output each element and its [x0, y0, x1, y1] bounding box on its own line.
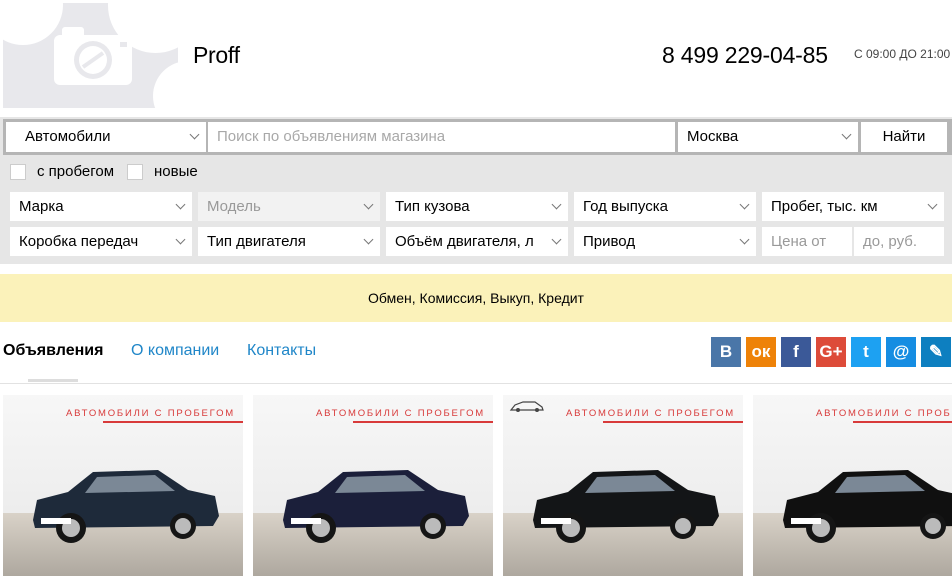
checkbox-used-label: с пробегом	[37, 163, 115, 180]
checkbox-box[interactable]	[10, 163, 26, 180]
mileage-select[interactable]: Пробег, тыс. км	[762, 192, 944, 221]
vk-icon[interactable]: В	[711, 337, 741, 367]
shop-logo[interactable]	[3, 3, 178, 108]
livejournal-icon[interactable]: ✎	[921, 337, 951, 367]
tabs-divider	[0, 383, 952, 384]
photo-watermark: АВТОМОБИЛИ С ПРОБЕГОМ	[816, 408, 952, 419]
chevron-down-icon	[551, 199, 562, 210]
make-select-label: Марка	[19, 198, 64, 215]
listing-card[interactable]: АВТОМОБИЛИ С ПРОБЕГОМ	[503, 395, 743, 576]
search-input[interactable]: Поиск по объявлениям магазина	[208, 122, 675, 152]
listing-card[interactable]: АВТОМОБИЛИ С ПРОБЕГОМ	[253, 395, 493, 576]
search-bar: Автомобили Поиск по объявлениям магазина…	[3, 119, 952, 155]
chevron-down-icon	[841, 129, 852, 140]
tab-contacts[interactable]: Контакты	[247, 342, 316, 360]
gearbox-select[interactable]: Коробка передач	[10, 227, 192, 256]
car-photo	[283, 470, 469, 543]
watermark-line	[603, 421, 743, 423]
tab-about[interactable]: О компании	[131, 342, 219, 360]
photo-watermark: АВТОМОБИЛИ С ПРОБЕГОМ	[66, 408, 235, 419]
city-select-label: Москва	[687, 128, 739, 145]
watermark-line	[853, 421, 952, 423]
car-outline-icon	[509, 401, 544, 412]
chevron-down-icon	[551, 234, 562, 245]
drive-select[interactable]: Привод	[574, 227, 756, 256]
checkbox-new[interactable]: новые	[127, 163, 198, 180]
chevron-down-icon	[739, 234, 750, 245]
make-select[interactable]: Марка	[10, 192, 192, 221]
chevron-down-icon	[175, 234, 186, 245]
phone-number[interactable]: 8 499 229-04-85	[662, 42, 828, 69]
photo-watermark: АВТОМОБИЛИ С ПРОБЕГОМ	[316, 408, 485, 419]
active-tab-indicator	[28, 379, 78, 382]
photo-watermark: АВТОМОБИЛИ С ПРОБЕГОМ	[566, 408, 735, 419]
listing-card[interactable]: АВТОМОБИЛИ С ПРОБЕГОМ	[753, 395, 952, 576]
engine-type-select[interactable]: Тип двигателя	[198, 227, 380, 256]
checkbox-used[interactable]: с пробегом	[10, 163, 114, 180]
price-from-input[interactable]: Цена от	[762, 227, 852, 256]
watermark-line	[103, 421, 243, 423]
year-select-label: Год выпуска	[583, 198, 668, 215]
drive-select-label: Привод	[583, 233, 636, 250]
engine-volume-select[interactable]: Объём двигателя, л	[386, 227, 568, 256]
twitter-icon[interactable]: t	[851, 337, 881, 367]
car-photo	[33, 470, 219, 543]
body-type-select-label: Тип кузова	[395, 198, 470, 215]
mail-icon[interactable]: @	[886, 337, 916, 367]
year-select[interactable]: Год выпуска	[574, 192, 756, 221]
category-select[interactable]: Автомобили	[6, 122, 206, 152]
services-banner: Обмен, Комиссия, Выкуп, Кредит	[0, 274, 952, 322]
working-hours: С 09:00 ДО 21:00	[854, 47, 951, 61]
chevron-down-icon	[927, 199, 938, 210]
model-select-label: Модель	[207, 198, 261, 215]
chevron-down-icon	[739, 199, 750, 210]
engine-volume-select-label: Объём двигателя, л	[395, 233, 534, 250]
mileage-select-label: Пробег, тыс. км	[771, 198, 878, 215]
find-button[interactable]: Найти	[861, 122, 947, 152]
car-photo	[533, 470, 719, 543]
listing-card[interactable]: АВТОМОБИЛИ С ПРОБЕГОМ	[3, 395, 243, 576]
search-panel: Автомобили Поиск по объявлениям магазина…	[0, 117, 952, 264]
gearbox-select-label: Коробка передач	[19, 233, 139, 250]
shop-name: Proff	[193, 42, 240, 68]
checkbox-new-label: новые	[154, 163, 198, 180]
google-plus-icon[interactable]: G+	[816, 337, 846, 367]
chevron-down-icon	[363, 199, 374, 210]
body-type-select[interactable]: Тип кузова	[386, 192, 568, 221]
chevron-down-icon	[363, 234, 374, 245]
camera-placeholder-icon	[54, 27, 132, 85]
chevron-down-icon	[189, 129, 200, 140]
price-to-input[interactable]: до, руб.	[854, 227, 944, 256]
tab-listings[interactable]: Объявления	[3, 342, 103, 360]
engine-type-select-label: Тип двигателя	[207, 233, 306, 250]
category-select-label: Автомобили	[25, 128, 111, 145]
watermark-line	[353, 421, 493, 423]
facebook-icon[interactable]: f	[781, 337, 811, 367]
chevron-down-icon	[175, 199, 186, 210]
city-select[interactable]: Москва	[678, 122, 858, 152]
checkbox-box[interactable]	[127, 163, 143, 180]
car-photo	[783, 470, 952, 543]
odnoklassniki-icon[interactable]: ок	[746, 337, 776, 367]
model-select[interactable]: Модель	[198, 192, 380, 221]
